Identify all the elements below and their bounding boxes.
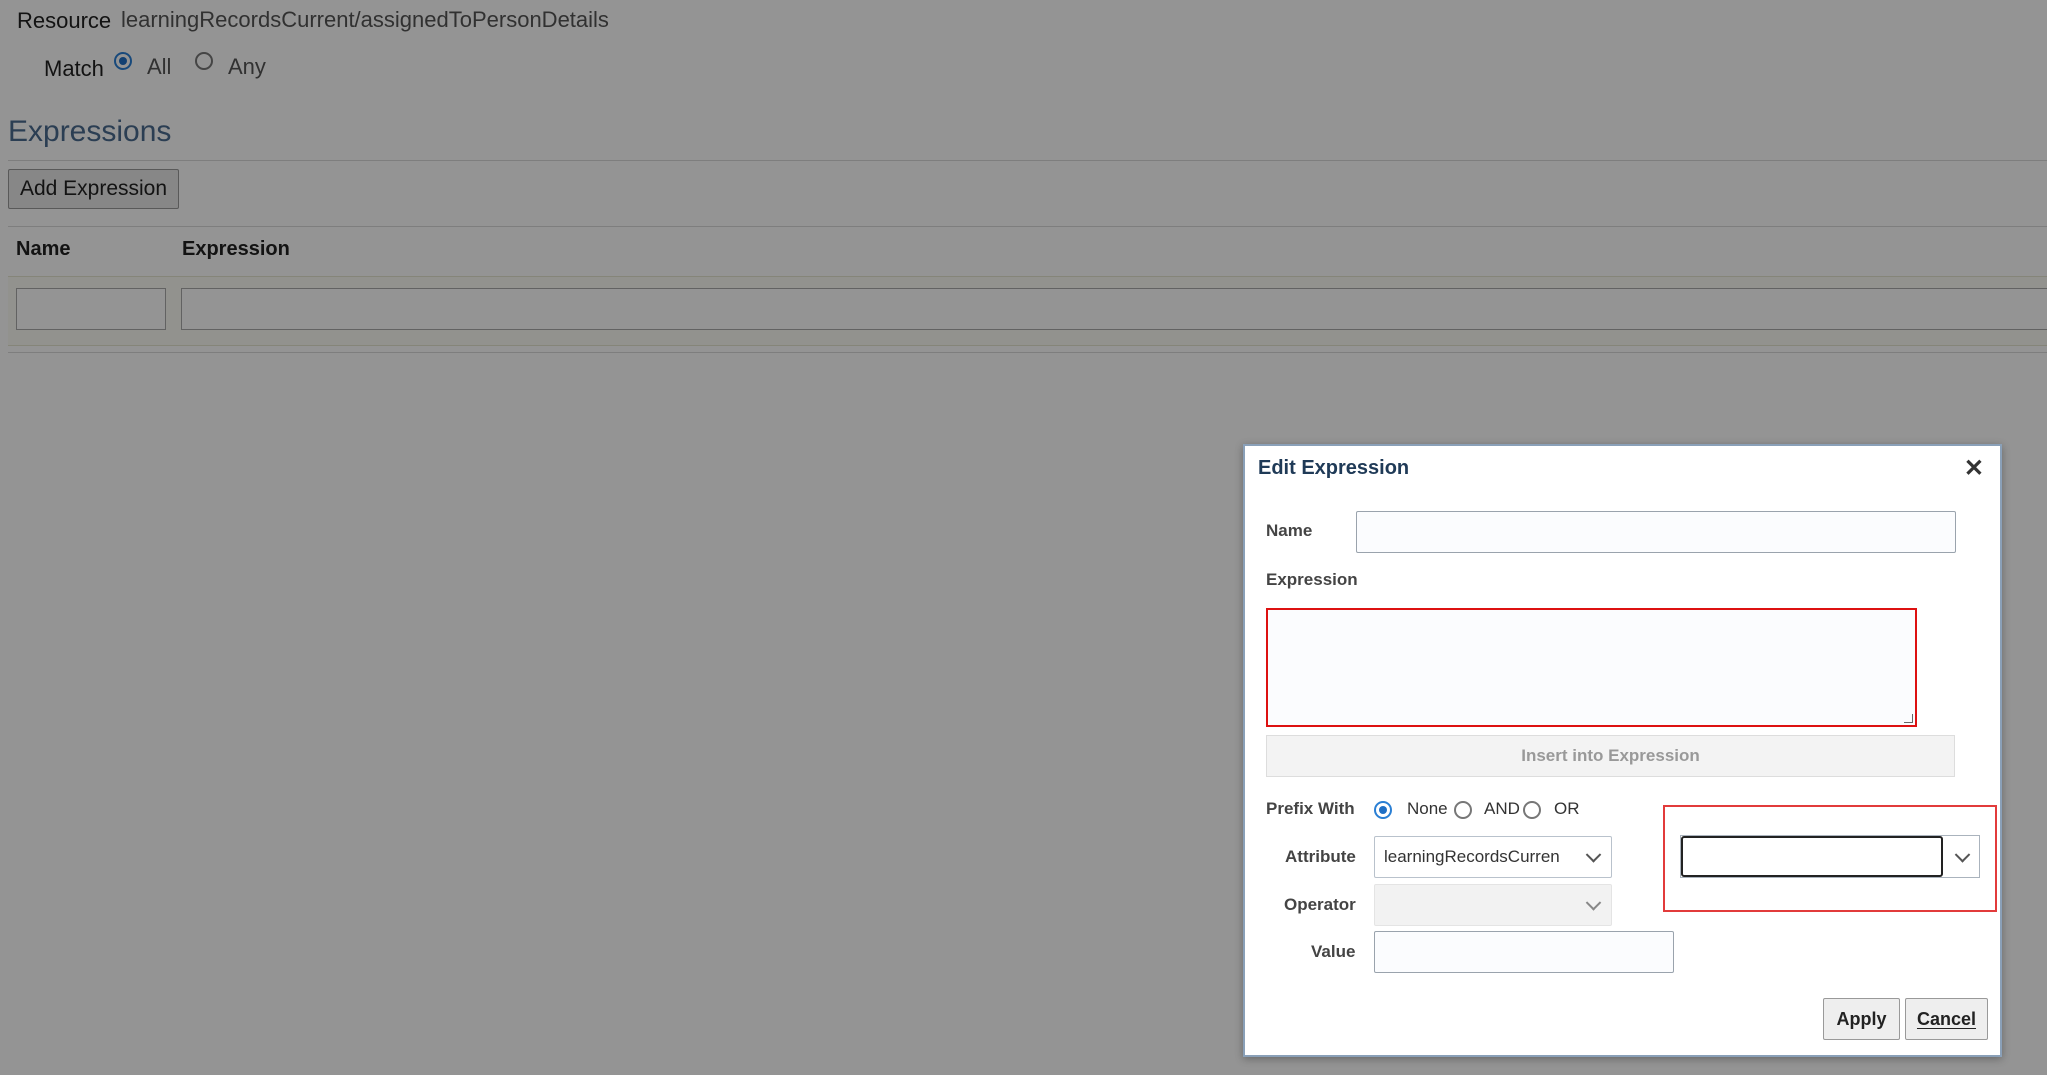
apply-button[interactable]: Apply — [1823, 998, 1900, 1040]
operator-select[interactable] — [1374, 884, 1612, 926]
sub-attribute-select[interactable] — [1680, 835, 1980, 878]
prefix-none-label: None — [1407, 799, 1448, 818]
name-input[interactable] — [1356, 511, 1956, 553]
dialog-title: Edit Expression — [1258, 457, 1410, 479]
operator-label: Operator — [1284, 895, 1356, 914]
edit-expression-dialog: Edit Expression ✕ Name Expression Insert… — [1243, 444, 2002, 1057]
prefix-with-label: Prefix With — [1266, 799, 1355, 818]
cancel-button-label: Cancel — [1916, 1008, 1977, 1029]
insert-into-expression-button[interactable]: Insert into Expression — [1266, 735, 1955, 777]
chevron-down-icon — [1585, 895, 1602, 911]
value-label: Value — [1311, 942, 1356, 961]
value-input[interactable] — [1374, 931, 1674, 973]
name-label: Name — [1266, 521, 1313, 540]
prefix-none-radio[interactable] — [1374, 801, 1392, 819]
chevron-down-icon — [1585, 847, 1602, 863]
attribute-label: Attribute — [1285, 847, 1356, 866]
cancel-button[interactable]: Cancel — [1905, 998, 1988, 1040]
attribute-select-value: learningRecordsCurren — [1384, 847, 1560, 866]
prefix-or-radio[interactable] — [1523, 801, 1541, 819]
prefix-and-label: AND — [1484, 799, 1520, 818]
prefix-and-radio[interactable] — [1454, 801, 1472, 819]
prefix-or-label: OR — [1554, 799, 1580, 818]
expression-label: Expression — [1266, 570, 1358, 589]
chevron-down-icon[interactable] — [1954, 846, 1971, 863]
sub-attribute-input[interactable] — [1681, 836, 1943, 877]
close-icon[interactable]: ✕ — [1964, 454, 1984, 483]
expression-textarea[interactable] — [1266, 608, 1917, 727]
attribute-select[interactable]: learningRecordsCurren — [1374, 836, 1612, 878]
